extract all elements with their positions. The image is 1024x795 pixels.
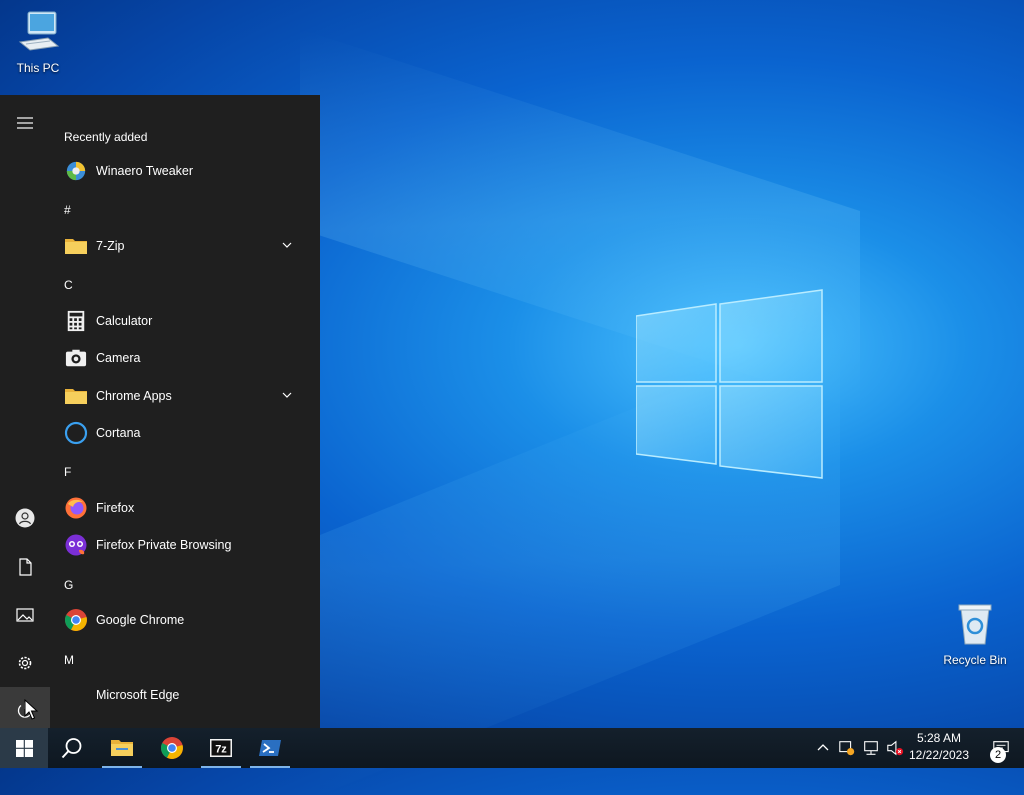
group-header-c[interactable]: C — [64, 278, 73, 292]
app-firefox-private-browsing[interactable]: Firefox Private Browsing — [50, 527, 306, 563]
clock-date: 12/22/2023 — [908, 748, 970, 762]
taskbar-7zip[interactable]: 7z — [197, 728, 245, 768]
volume-muted-icon — [887, 740, 904, 756]
calculator-icon — [67, 310, 85, 332]
security-alert-icon — [839, 741, 855, 756]
recently-added-header: Recently added — [64, 130, 148, 144]
app-calculator[interactable]: Calculator — [50, 303, 306, 339]
settings-button[interactable] — [0, 640, 50, 686]
taskbar-powershell[interactable] — [246, 728, 294, 768]
user-account-button[interactable] — [0, 495, 50, 541]
app-list: Recently added Winaero Tweaker # 7-Zip C — [50, 95, 320, 728]
app-label: Winaero Tweaker — [96, 164, 194, 178]
windows-start-icon — [15, 739, 33, 757]
winaero-tweaker-icon — [66, 161, 86, 181]
chevron-up-icon — [817, 744, 829, 751]
tray-network[interactable] — [860, 728, 882, 768]
desktop-icon-this-pc[interactable]: This PC — [0, 8, 76, 75]
documents-button[interactable] — [0, 544, 50, 590]
document-icon — [19, 558, 32, 576]
app-label: Chrome Apps — [96, 389, 172, 403]
app-winaero-tweaker[interactable]: Winaero Tweaker — [50, 153, 306, 189]
taskbar: 7z 5:28 AM 12/22/2023 — [0, 728, 1024, 768]
app-cortana[interactable]: Cortana — [50, 415, 306, 451]
folder-icon — [65, 239, 87, 254]
app-label: Calculator — [96, 314, 153, 328]
app-label: Cortana — [96, 426, 141, 440]
chrome-icon — [64, 609, 87, 631]
app-folder-chrome-apps[interactable]: Chrome Apps — [50, 378, 306, 414]
app-label: Firefox — [96, 501, 135, 515]
7zip-icon: 7z — [210, 739, 232, 757]
desktop-icon-label: Recycle Bin — [943, 653, 1007, 667]
firefox-private-icon — [65, 534, 87, 556]
edge-icon — [64, 683, 88, 707]
camera-icon — [65, 349, 87, 367]
app-firefox[interactable]: Firefox — [50, 490, 306, 526]
taskbar-clock[interactable]: 5:28 AM 12/22/2023 — [903, 730, 975, 766]
powershell-icon — [259, 740, 281, 756]
app-label: Firefox Private Browsing — [96, 538, 232, 552]
folder-icon — [65, 389, 87, 404]
search-button[interactable] — [48, 728, 96, 768]
app-folder-7zip[interactable]: 7-Zip — [50, 228, 306, 264]
start-menu: Recently added Winaero Tweaker # 7-Zip C — [0, 95, 320, 728]
hamburger-menu-icon — [17, 117, 33, 129]
file-explorer-icon — [111, 740, 133, 756]
recycle-bin-icon — [958, 604, 992, 645]
tray-security[interactable] — [836, 728, 858, 768]
group-header-f[interactable]: F — [64, 465, 71, 479]
svg-text:7z: 7z — [215, 744, 227, 756]
app-label: Google Chrome — [96, 613, 185, 627]
taskbar-file-explorer[interactable] — [98, 728, 146, 768]
app-label: 7-Zip — [96, 239, 125, 253]
group-header-hash[interactable]: # — [64, 203, 71, 217]
app-google-chrome[interactable]: Google Chrome — [50, 602, 306, 638]
search-icon — [61, 738, 82, 759]
desktop-icon-recycle-bin[interactable]: Recycle Bin — [937, 600, 1013, 667]
notification-count-badge: 2 — [990, 747, 1006, 763]
menu-toggle-button[interactable] — [0, 100, 50, 146]
firefox-icon — [65, 497, 87, 519]
taskbar-chrome[interactable] — [148, 728, 196, 768]
windows-wallpaper-logo — [636, 289, 823, 479]
chevron-down-icon — [282, 392, 292, 398]
start-button[interactable] — [0, 728, 48, 768]
app-label: Microsoft Edge — [96, 688, 180, 702]
app-label: Camera — [96, 351, 141, 365]
pictures-icon — [16, 608, 34, 622]
chevron-down-icon — [282, 242, 292, 248]
mouse-cursor-icon — [24, 699, 38, 720]
computer-icon — [18, 11, 60, 51]
group-header-g[interactable]: G — [64, 578, 73, 592]
pictures-button[interactable] — [0, 592, 50, 638]
group-header-m[interactable]: M — [64, 653, 74, 667]
desktop-icon-label: This PC — [16, 61, 60, 75]
cortana-icon — [64, 421, 88, 445]
chrome-icon — [160, 737, 183, 759]
app-camera[interactable]: Camera — [50, 340, 306, 376]
settings-icon — [18, 656, 32, 670]
network-icon — [864, 741, 878, 755]
start-menu-rail — [0, 95, 50, 728]
clock-time: 5:28 AM — [916, 731, 962, 745]
show-hidden-icons-button[interactable] — [812, 728, 834, 768]
user-icon — [15, 508, 35, 528]
app-microsoft-edge[interactable]: Microsoft Edge — [50, 677, 306, 713]
